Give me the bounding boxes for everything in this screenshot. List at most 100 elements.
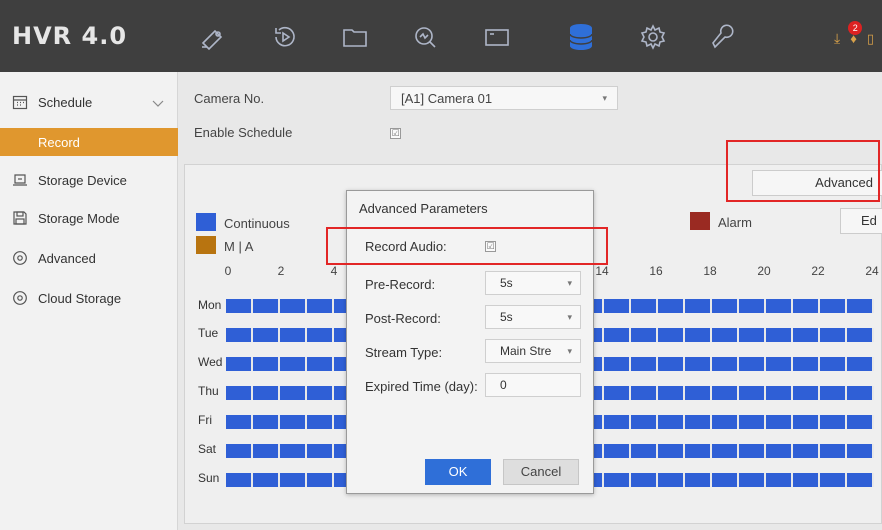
schedule-cell[interactable]	[766, 444, 793, 458]
schedule-cell[interactable]	[712, 386, 739, 400]
sidebar-item-advanced[interactable]: Advanced	[0, 242, 178, 274]
schedule-cell[interactable]	[820, 299, 847, 313]
pre-record-select[interactable]: 5s ▾	[485, 271, 581, 295]
schedule-cell[interactable]	[253, 328, 280, 342]
schedule-cell[interactable]	[766, 473, 793, 487]
schedule-cell[interactable]	[658, 299, 685, 313]
schedule-cell[interactable]	[820, 357, 847, 371]
schedule-cell[interactable]	[847, 299, 874, 313]
storage-icon[interactable]	[564, 22, 598, 52]
schedule-cell[interactable]	[280, 444, 307, 458]
schedule-cell[interactable]	[793, 473, 820, 487]
schedule-cell[interactable]	[766, 386, 793, 400]
schedule-cell[interactable]	[847, 328, 874, 342]
schedule-cell[interactable]	[712, 473, 739, 487]
schedule-cell[interactable]	[739, 473, 766, 487]
schedule-cell[interactable]	[658, 415, 685, 429]
schedule-cell[interactable]	[685, 357, 712, 371]
schedule-cell[interactable]	[793, 386, 820, 400]
schedule-cell[interactable]	[226, 444, 253, 458]
schedule-cell[interactable]	[739, 415, 766, 429]
expired-time-input[interactable]: 0	[485, 373, 581, 397]
schedule-cell[interactable]	[685, 415, 712, 429]
schedule-cell[interactable]	[280, 299, 307, 313]
schedule-cell[interactable]	[253, 415, 280, 429]
schedule-cell[interactable]	[253, 444, 280, 458]
schedule-cell[interactable]	[793, 415, 820, 429]
camera-icon[interactable]	[480, 22, 514, 52]
playback-icon[interactable]	[268, 22, 302, 52]
schedule-cell[interactable]	[739, 386, 766, 400]
settings-icon[interactable]	[636, 22, 670, 52]
schedule-cell[interactable]	[739, 444, 766, 458]
schedule-cell[interactable]	[226, 386, 253, 400]
schedule-cell[interactable]	[712, 444, 739, 458]
schedule-cell[interactable]	[280, 328, 307, 342]
schedule-cell[interactable]	[658, 357, 685, 371]
schedule-cell[interactable]	[739, 299, 766, 313]
schedule-cell[interactable]	[685, 473, 712, 487]
schedule-cell[interactable]	[631, 386, 658, 400]
schedule-cell[interactable]	[658, 473, 685, 487]
sidebar-item-record[interactable]: Record	[0, 128, 178, 156]
edit-button[interactable]: Ed	[840, 208, 882, 234]
post-record-select[interactable]: 5s ▾	[485, 305, 581, 329]
schedule-cell[interactable]	[847, 415, 874, 429]
schedule-cell[interactable]	[280, 386, 307, 400]
more-icon[interactable]: ▯	[867, 31, 874, 47]
schedule-cell[interactable]	[820, 328, 847, 342]
schedule-cell[interactable]	[631, 473, 658, 487]
maintenance-icon[interactable]	[706, 22, 740, 52]
sidebar-item-storage-device[interactable]: Storage Device	[0, 164, 178, 196]
cancel-button[interactable]: Cancel	[503, 459, 579, 485]
schedule-cell[interactable]	[820, 415, 847, 429]
camera-select[interactable]: [A1] Camera 01 ▾	[390, 86, 618, 110]
sidebar-item-schedule[interactable]: Schedule	[0, 86, 178, 118]
schedule-cell[interactable]	[604, 328, 631, 342]
schedule-cell[interactable]	[766, 328, 793, 342]
schedule-cell[interactable]	[226, 415, 253, 429]
download-icon[interactable]: ⤓	[834, 30, 840, 47]
alert-icon[interactable]: ♦ 2	[848, 21, 863, 46]
stream-type-select[interactable]: Main Stre ▾	[485, 339, 581, 363]
schedule-cell[interactable]	[685, 299, 712, 313]
schedule-cell[interactable]	[307, 444, 334, 458]
schedule-cell[interactable]	[766, 299, 793, 313]
schedule-cell[interactable]	[631, 299, 658, 313]
schedule-cell[interactable]	[631, 415, 658, 429]
schedule-cell[interactable]	[793, 444, 820, 458]
schedule-cell[interactable]	[253, 473, 280, 487]
live-view-icon[interactable]	[196, 22, 230, 52]
schedule-cell[interactable]	[739, 357, 766, 371]
schedule-cell[interactable]	[604, 444, 631, 458]
schedule-cell[interactable]	[307, 299, 334, 313]
schedule-cell[interactable]	[253, 386, 280, 400]
schedule-cell[interactable]	[631, 357, 658, 371]
schedule-cell[interactable]	[847, 386, 874, 400]
enable-schedule-checkbox[interactable]: ☑	[390, 128, 401, 139]
schedule-cell[interactable]	[847, 444, 874, 458]
file-icon[interactable]	[338, 22, 372, 52]
schedule-cell[interactable]	[793, 299, 820, 313]
sidebar-item-cloud-storage[interactable]: Cloud Storage	[0, 282, 178, 314]
schedule-cell[interactable]	[253, 357, 280, 371]
schedule-cell[interactable]	[766, 357, 793, 371]
schedule-cell[interactable]	[766, 415, 793, 429]
schedule-cell[interactable]	[253, 299, 280, 313]
schedule-cell[interactable]	[631, 328, 658, 342]
schedule-cell[interactable]	[847, 357, 874, 371]
schedule-cell[interactable]	[307, 357, 334, 371]
schedule-cell[interactable]	[631, 444, 658, 458]
schedule-cell[interactable]	[604, 415, 631, 429]
schedule-cell[interactable]	[820, 386, 847, 400]
schedule-cell[interactable]	[658, 444, 685, 458]
sidebar-item-storage-mode[interactable]: Storage Mode	[0, 202, 178, 234]
schedule-cell[interactable]	[604, 299, 631, 313]
schedule-cell[interactable]	[658, 328, 685, 342]
schedule-cell[interactable]	[307, 328, 334, 342]
schedule-cell[interactable]	[226, 299, 253, 313]
schedule-cell[interactable]	[712, 415, 739, 429]
schedule-cell[interactable]	[307, 473, 334, 487]
schedule-cell[interactable]	[712, 357, 739, 371]
chevron-down-icon[interactable]	[152, 96, 164, 111]
